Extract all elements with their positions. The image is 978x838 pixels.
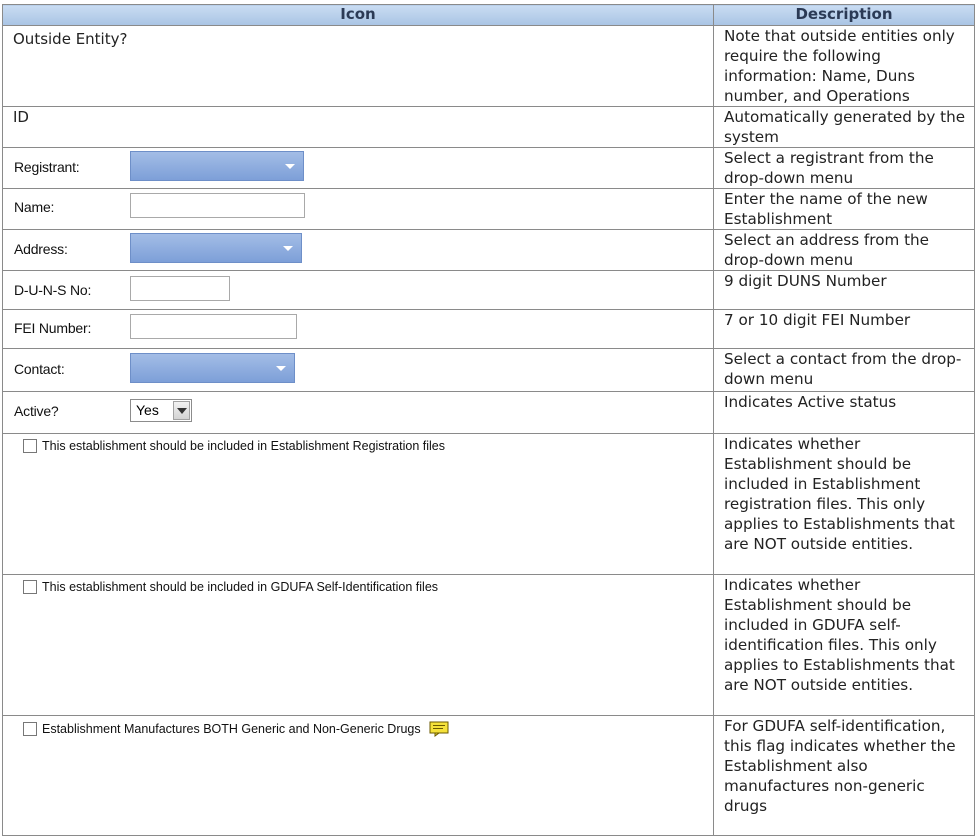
est-reg-checkbox[interactable] — [23, 439, 37, 453]
duns-cell: D-U-N-S No: — [2, 270, 714, 310]
active-select[interactable]: Yes — [130, 399, 192, 422]
chevron-down-icon — [283, 246, 293, 251]
address-label: Address: — [14, 241, 68, 257]
active-label: Active? — [14, 403, 59, 419]
contact-cell: Contact: — [2, 348, 714, 392]
contact-dropdown[interactable] — [130, 353, 295, 383]
duns-input[interactable] — [130, 276, 230, 301]
est-reg-label: This establishment should be included in… — [42, 439, 445, 453]
table-row: This establishment should be included in… — [2, 433, 975, 575]
address-dropdown[interactable] — [130, 233, 302, 263]
fei-label: FEI Number: — [14, 320, 92, 336]
active-desc: Indicates Active status — [713, 391, 975, 434]
fei-desc: 7 or 10 digit FEI Number — [713, 309, 975, 349]
table-row: Establishment Manufactures BOTH Generic … — [2, 715, 975, 836]
table-row: Address: Select an address from the drop… — [2, 229, 975, 271]
table-row: ID Automatically generated by the system — [2, 106, 975, 148]
fei-cell: FEI Number: — [2, 309, 714, 349]
table-row: Registrant: Select a registrant from the… — [2, 147, 975, 189]
active-select-value: Yes — [136, 402, 159, 418]
table-row: This establishment should be included in… — [2, 574, 975, 716]
registrant-cell: Registrant: — [2, 147, 714, 189]
gdufa-label: This establishment should be included in… — [42, 580, 439, 594]
chevron-down-icon — [285, 164, 295, 169]
outside-entity-label: Outside Entity? — [2, 25, 714, 107]
table-row: Contact: Select a contact from the drop-… — [2, 348, 975, 392]
header-icon: Icon — [2, 4, 714, 26]
chevron-down-icon[interactable] — [173, 401, 190, 420]
note-icon[interactable] — [429, 721, 449, 737]
table-row: Outside Entity? Note that outside entiti… — [2, 25, 975, 107]
id-desc: Automatically generated by the system — [713, 106, 975, 148]
chevron-down-icon — [276, 366, 286, 371]
fei-input[interactable] — [130, 314, 297, 339]
gdufa-checkbox[interactable] — [23, 580, 37, 594]
gdufa-cell: This establishment should be included in… — [2, 574, 714, 716]
gdufa-desc: Indicates whether Establishment should b… — [713, 574, 975, 716]
id-label: ID — [2, 106, 714, 148]
table-row: D-U-N-S No: 9 digit DUNS Number — [2, 270, 975, 310]
both-cell: Establishment Manufactures BOTH Generic … — [2, 715, 714, 836]
name-desc: Enter the name of the new Establishment — [713, 188, 975, 230]
registrant-label: Registrant: — [14, 159, 80, 175]
both-checkbox-row[interactable]: Establishment Manufactures BOTH Generic … — [23, 721, 449, 737]
contact-label: Contact: — [14, 361, 65, 377]
est-reg-cell: This establishment should be included in… — [2, 433, 714, 575]
address-desc: Select an address from the drop-down men… — [713, 229, 975, 271]
est-reg-checkbox-row[interactable]: This establishment should be included in… — [23, 439, 445, 453]
est-reg-desc: Indicates whether Establishment should b… — [713, 433, 975, 575]
registrant-dropdown[interactable] — [130, 151, 304, 181]
duns-desc: 9 digit DUNS Number — [713, 270, 975, 310]
name-cell: Name: — [2, 188, 714, 230]
help-table: Icon Description Outside Entity? Note th… — [2, 4, 975, 836]
table-row: Name: Enter the name of the new Establis… — [2, 188, 975, 230]
address-cell: Address: — [2, 229, 714, 271]
duns-label: D-U-N-S No: — [14, 282, 92, 298]
name-label: Name: — [14, 199, 55, 215]
active-cell: Active? Yes — [2, 391, 714, 434]
both-label: Establishment Manufactures BOTH Generic … — [42, 722, 421, 736]
header-description: Description — [713, 4, 975, 26]
contact-desc: Select a contact from the drop-down menu — [713, 348, 975, 392]
both-checkbox[interactable] — [23, 722, 37, 736]
registrant-desc: Select a registrant from the drop-down m… — [713, 147, 975, 189]
both-desc: For GDUFA self-identification, this flag… — [713, 715, 975, 836]
table-row: Active? Yes Indicates Active status — [2, 391, 975, 434]
gdufa-checkbox-row[interactable]: This establishment should be included in… — [23, 580, 438, 594]
name-input[interactable] — [130, 193, 305, 218]
outside-entity-desc: Note that outside entities only require … — [713, 25, 975, 107]
table-row: FEI Number: 7 or 10 digit FEI Number — [2, 309, 975, 349]
